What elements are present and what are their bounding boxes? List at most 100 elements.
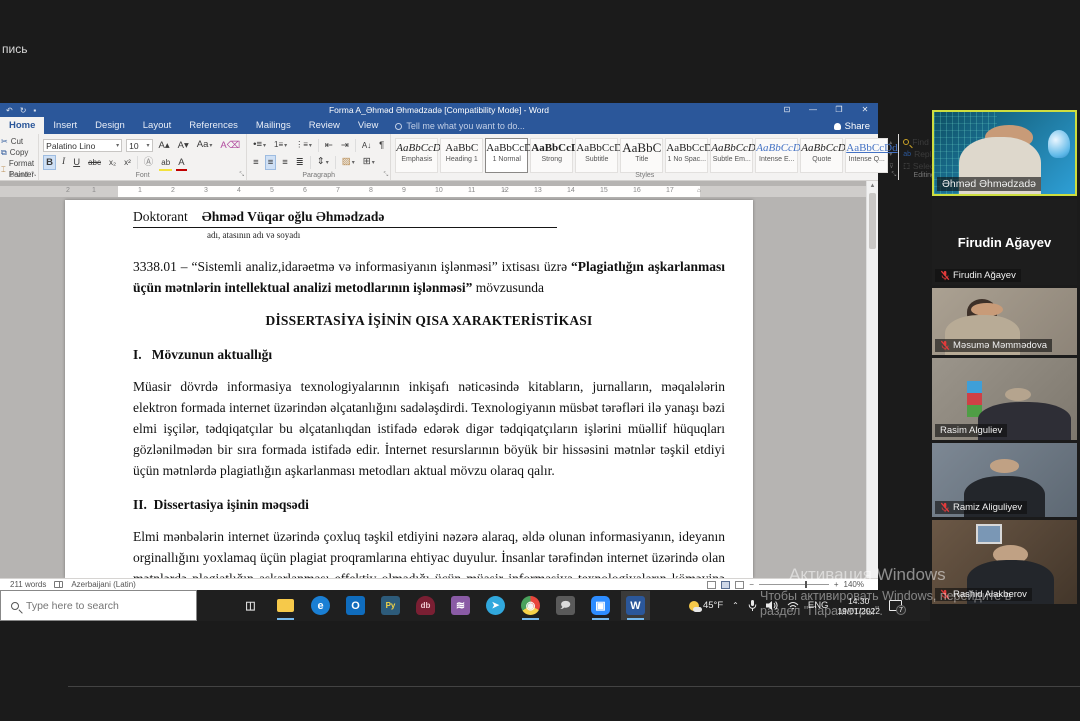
weather-widget[interactable]: 45°F: [689, 600, 723, 611]
gallery-up-icon[interactable]: ▴: [889, 139, 893, 146]
scroll-up-icon[interactable]: ▲: [867, 181, 878, 192]
style-card-subtitle[interactable]: AaBbCcDSubtitle: [575, 138, 618, 173]
vertical-scrollbar[interactable]: ▲: [866, 181, 878, 578]
tab-view[interactable]: View: [349, 117, 387, 134]
task-view-icon[interactable]: ◫: [240, 595, 261, 616]
tab-insert[interactable]: Insert: [44, 117, 86, 134]
style-card-intense-e-[interactable]: AaBbCcDIntense E...: [755, 138, 798, 173]
style-card-title[interactable]: AaBbCTitle: [620, 138, 663, 173]
strikethrough-button[interactable]: abc: [86, 156, 103, 169]
right-indent-marker[interactable]: ⌂: [697, 188, 701, 194]
style-card-emphasis[interactable]: AaBbCcDEmphasis: [395, 138, 438, 173]
taskbar-search[interactable]: [0, 590, 197, 621]
file-explorer-icon[interactable]: [275, 595, 296, 616]
highlight-color-button[interactable]: ab: [159, 156, 172, 169]
participant-tile-5[interactable]: Ramiz Aliguliyev: [932, 443, 1077, 517]
bullets-button[interactable]: •≡▾: [251, 138, 268, 153]
gallery-down-icon[interactable]: ▾: [889, 151, 893, 158]
zoom-app-icon[interactable]: ▣: [590, 595, 611, 616]
tab-home[interactable]: Home: [0, 117, 44, 134]
word-app-icon[interactable]: W: [625, 595, 646, 616]
ribbon-display-options-icon[interactable]: ⊡: [774, 103, 800, 117]
print-layout-icon[interactable]: [721, 581, 730, 589]
tab-mailings[interactable]: Mailings: [247, 117, 300, 134]
font-name-combobox[interactable]: Palatino Lino ▾: [43, 139, 122, 152]
cortana-icon[interactable]: ○: [205, 595, 226, 616]
word-count[interactable]: 211 words: [10, 580, 46, 589]
clipboard-dialog-launcher-icon[interactable]: ⤡: [31, 172, 36, 179]
python-app-icon[interactable]: Py: [380, 595, 401, 616]
tab-review[interactable]: Review: [300, 117, 349, 134]
line-spacing-button[interactable]: ⇕▾: [315, 155, 331, 170]
participant-tile-2[interactable]: Firudin AğayevFirudin Ağayev: [932, 199, 1077, 285]
participant-tile-6[interactable]: Rashid Alakberov: [932, 520, 1077, 604]
edge-icon[interactable]: e: [310, 595, 331, 616]
decrease-indent-button[interactable]: ⇤: [323, 139, 335, 152]
telegram-icon[interactable]: ➤: [485, 595, 506, 616]
style-card-strong[interactable]: AaBbCcDStrong: [530, 138, 573, 173]
hidden-icons-chevron-icon[interactable]: ⌃: [732, 601, 739, 610]
align-right-button[interactable]: ≡: [280, 156, 290, 169]
underline-button[interactable]: U: [71, 156, 82, 169]
cut-button[interactable]: ✂ Cut: [1, 136, 34, 147]
shading-button[interactable]: ▨▾: [340, 155, 357, 170]
gallery-more-icon[interactable]: ⊽: [889, 163, 893, 170]
tab-layout[interactable]: Layout: [134, 117, 181, 134]
close-icon[interactable]: ✕: [852, 103, 878, 117]
web-layout-icon[interactable]: [735, 581, 744, 589]
action-center-icon[interactable]: 7: [889, 600, 902, 611]
tab-design[interactable]: Design: [86, 117, 134, 134]
proofing-icon[interactable]: [54, 581, 63, 588]
read-mode-icon[interactable]: [707, 581, 716, 589]
language-status[interactable]: Azerbaijani (Latin): [71, 580, 135, 589]
participant-tile-1[interactable]: Əhməd Əhmədzadə: [932, 110, 1077, 196]
change-case-button[interactable]: Aa▾: [195, 138, 215, 153]
borders-button[interactable]: ⊞▾: [361, 155, 377, 170]
style-card-1-normal[interactable]: AaBbCcDd1 Normal: [485, 138, 528, 173]
increase-indent-button[interactable]: ⇥: [339, 139, 351, 152]
search-input[interactable]: [26, 600, 176, 612]
subscript-button[interactable]: x₂: [107, 156, 118, 169]
document-page[interactable]: DoktorantƏhməd Vüqar oğlu Əhmədzadə adı,…: [65, 200, 753, 578]
participant-tile-3[interactable]: Məsumə Məmmədova: [932, 288, 1077, 355]
style-card-1-no-spac-[interactable]: AaBbCcDd1 No Spac...: [665, 138, 708, 173]
styles-dialog-launcher-icon[interactable]: ⤡: [891, 172, 896, 179]
language-indicator[interactable]: ENG: [808, 600, 829, 611]
show-paragraph-marks-button[interactable]: ¶: [377, 139, 386, 152]
justify-button[interactable]: ≣: [294, 156, 306, 169]
text-effects-button[interactable]: Ⓐ: [142, 156, 156, 169]
font-color-button[interactable]: A: [176, 156, 186, 169]
zoom-slider[interactable]: [759, 584, 829, 585]
multilevel-list-button[interactable]: ⋮≡▾: [293, 138, 314, 153]
style-card-quote[interactable]: AaBbCcDdQuote: [800, 138, 843, 173]
database-app-icon[interactable]: db: [415, 595, 436, 616]
align-center-button[interactable]: ≡: [265, 155, 277, 170]
microphone-icon[interactable]: [748, 600, 757, 612]
indent-marker[interactable]: ⌂: [503, 188, 507, 194]
participant-tile-4[interactable]: Rasim Alguliev: [932, 358, 1077, 440]
style-card-subtle-em-[interactable]: AaBbCcDSubtle Em...: [710, 138, 753, 173]
tab-references[interactable]: References: [180, 117, 247, 134]
clear-formatting-button[interactable]: A⌫: [218, 139, 242, 152]
network-icon[interactable]: [787, 601, 799, 611]
font-dialog-launcher-icon[interactable]: ⤡: [239, 172, 244, 179]
superscript-button[interactable]: x²: [122, 156, 133, 169]
clock[interactable]: 14:30 19/01/2022: [837, 596, 880, 616]
restore-icon[interactable]: ❐: [826, 103, 852, 117]
minimize-icon[interactable]: —: [800, 103, 826, 117]
copy-button[interactable]: ⧉ Copy: [1, 147, 34, 158]
paragraph-dialog-launcher-icon[interactable]: ⤡: [383, 172, 388, 179]
speaker-icon[interactable]: [766, 600, 778, 611]
zoom-level[interactable]: 140%: [844, 580, 864, 589]
zoom-in-icon[interactable]: +: [834, 580, 839, 589]
numbering-button[interactable]: 1≡▾: [272, 138, 289, 153]
zoom-out-icon[interactable]: −: [749, 580, 754, 589]
tell-me-box[interactable]: Tell me what you want to do...: [387, 118, 533, 134]
align-left-button[interactable]: ≡: [251, 156, 261, 169]
scrollbar-thumb[interactable]: [869, 193, 876, 249]
bold-button[interactable]: B: [43, 155, 56, 170]
style-card-intense-q-[interactable]: AaBbCcDdIntense Q...: [845, 138, 888, 173]
style-card-heading-1[interactable]: AaBbCHeading 1: [440, 138, 483, 173]
italic-button[interactable]: I: [60, 156, 67, 169]
grow-font-button[interactable]: A▴: [157, 139, 172, 152]
